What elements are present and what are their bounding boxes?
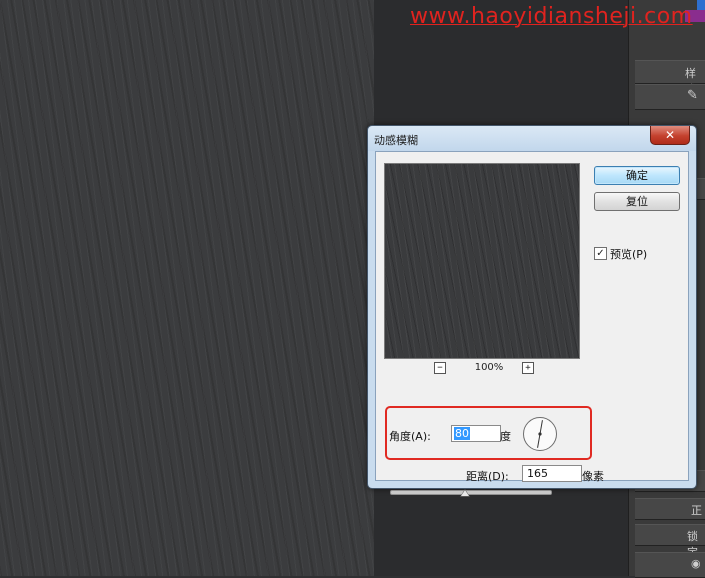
layer-row[interactable]: ◉ xyxy=(635,552,705,578)
dialog-title: 动感模糊 xyxy=(374,134,418,147)
distance-input[interactable]: 165 xyxy=(522,465,582,482)
angle-label: 角度(A): xyxy=(389,430,431,443)
close-button[interactable]: ✕ xyxy=(650,126,690,145)
motion-blur-dialog: 动感模糊 ✕ − 100% + 确定 复位 ✓ 预览(P) 角度(A): 80 … xyxy=(367,125,697,497)
watermark-text: www.haoyidiansheji.com xyxy=(410,4,693,29)
document-canvas[interactable] xyxy=(0,0,374,576)
preview-checkbox[interactable]: ✓ xyxy=(594,247,607,260)
preview-checkbox-label: 预览(P) xyxy=(610,248,648,261)
ok-button[interactable]: 确定 xyxy=(594,166,680,185)
zoom-in-button[interactable]: + xyxy=(522,362,534,374)
lock-strip[interactable]: 锁定 xyxy=(635,524,705,559)
eye-icon[interactable]: ◉ xyxy=(691,557,701,570)
dialog-titlebar[interactable]: 动感模糊 ✕ xyxy=(368,126,696,151)
zoom-level: 100% xyxy=(474,362,504,373)
panel-accent-blue xyxy=(697,0,705,10)
dialog-body: − 100% + 确定 复位 ✓ 预览(P) 角度(A): 80 度 距离(D)… xyxy=(375,151,689,497)
angle-unit: 度 xyxy=(500,430,511,443)
reset-button[interactable]: 复位 xyxy=(594,192,680,211)
angle-dial[interactable] xyxy=(523,417,557,451)
brush-tool-strip[interactable]: ✎ xyxy=(635,84,705,110)
angle-value: 80 xyxy=(454,427,470,440)
blend-mode-strip[interactable]: 正 xyxy=(635,498,705,520)
distance-label: 距离(D): xyxy=(466,470,509,483)
distance-unit: 像素 xyxy=(582,470,604,483)
angle-dial-graphic xyxy=(537,420,543,448)
distance-slider[interactable] xyxy=(390,489,552,497)
zoom-out-button[interactable]: − xyxy=(434,362,446,374)
zoom-controls: − 100% + xyxy=(434,362,534,376)
distance-slider-thumb[interactable] xyxy=(459,489,470,497)
filter-preview[interactable] xyxy=(384,163,580,359)
angle-input[interactable]: 80 xyxy=(451,425,501,442)
close-icon: ✕ xyxy=(664,128,676,142)
brush-icon: ✎ xyxy=(687,88,698,103)
styles-panel-tab[interactable]: 样式 xyxy=(635,60,705,96)
blend-mode-label: 正 xyxy=(691,504,702,517)
